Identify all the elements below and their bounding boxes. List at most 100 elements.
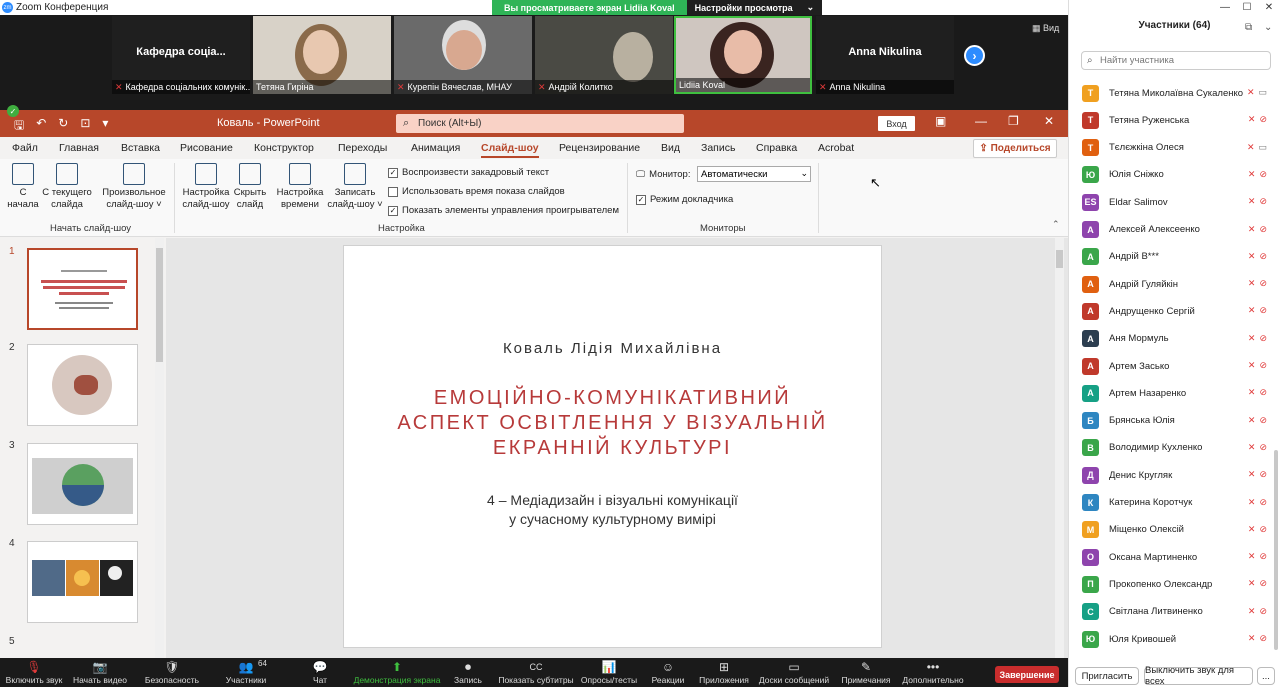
use-timings-checkbox[interactable]: Использовать время показа слайдов bbox=[388, 186, 565, 197]
video-name: Lidiia Koval bbox=[679, 80, 726, 90]
mute-all-button[interactable]: Выключить звук для всех bbox=[1144, 665, 1253, 687]
participant-row[interactable]: Т Тетяна Руженська ✕ ⊘ bbox=[1082, 110, 1267, 130]
tab-draw[interactable]: Рисование bbox=[180, 142, 233, 154]
participant-row[interactable]: К Катерина Коротчук ✕ ⊘ bbox=[1082, 493, 1267, 513]
thumbnails-scrollbar[interactable] bbox=[155, 238, 164, 658]
close-icon[interactable]: ✕ bbox=[1258, 0, 1280, 15]
minimize-icon[interactable]: — bbox=[975, 114, 987, 128]
presenter-view-checkbox[interactable]: ✓ Режим докладчика bbox=[636, 194, 733, 205]
tab-insert[interactable]: Вставка bbox=[121, 142, 160, 154]
video-tile[interactable]: Anna Nikulina ✕ Anna Nikulina bbox=[816, 16, 954, 94]
setup-show-button[interactable]: Настройка слайд-шоу bbox=[180, 163, 232, 211]
participant-row[interactable]: Ю Юля Кривошей ✕ ⊘ bbox=[1082, 629, 1267, 649]
ribbon-display-icon[interactable]: ▣ bbox=[935, 114, 946, 128]
avatar: А bbox=[1082, 330, 1099, 348]
participant-row[interactable]: Т Тетяна Миколаївна Сукаленко ✕ ▭ bbox=[1082, 83, 1267, 103]
next-page-arrow-icon[interactable]: › bbox=[964, 45, 985, 66]
participant-row[interactable]: О Оксана Мартиненко ✕ ⊘ bbox=[1082, 547, 1267, 567]
collapse-ribbon-icon[interactable]: ⌃ bbox=[1052, 219, 1060, 230]
slide-thumbnail-3[interactable] bbox=[27, 443, 138, 525]
participant-row[interactable]: С Світлана Литвиненко ✕ ⊘ bbox=[1082, 602, 1267, 622]
tab-help[interactable]: Справка bbox=[756, 142, 797, 154]
participant-row[interactable]: А Артем Назаренко ✕ ⊘ bbox=[1082, 383, 1267, 403]
tab-view[interactable]: Вид bbox=[661, 142, 680, 154]
whiteboards-button[interactable]: ▭ Доски сообщений bbox=[754, 660, 834, 686]
end-meeting-button[interactable]: Завершение bbox=[995, 666, 1059, 683]
participant-row[interactable]: П Прокопенко Олександр ✕ ⊘ bbox=[1082, 574, 1267, 594]
popout-icon[interactable]: ⧉ bbox=[1245, 22, 1252, 33]
slide-thumbnail-1[interactable] bbox=[27, 248, 138, 330]
view-settings-button[interactable]: Настройки просмотра ⌄ bbox=[686, 0, 823, 15]
participant-row[interactable]: М Міщенко Олексій ✕ ⊘ bbox=[1082, 520, 1267, 540]
participant-row[interactable]: А Артем Засько ✕ ⊘ bbox=[1082, 356, 1267, 376]
tab-animations[interactable]: Анимация bbox=[411, 142, 460, 154]
video-tile[interactable]: ✕ Андрій Колитко bbox=[535, 16, 673, 94]
share-button[interactable]: ⇪ Поделиться bbox=[973, 139, 1057, 158]
undo-icon[interactable]: ↶ bbox=[36, 116, 46, 137]
participant-row[interactable]: ES Eldar Salimov ✕ ⊘ bbox=[1082, 192, 1267, 212]
tab-design[interactable]: Конструктор bbox=[254, 142, 314, 154]
video-tile[interactable]: ✕ Курепін Вячеслав, МНАУ bbox=[394, 16, 532, 94]
scrollbar-thumb[interactable] bbox=[156, 248, 163, 362]
video-tile-active-speaker[interactable]: Lidiia Koval bbox=[674, 16, 812, 94]
more-button[interactable]: ••• Дополнительно bbox=[893, 660, 973, 686]
signin-button[interactable]: Вход bbox=[878, 116, 915, 131]
custom-show-button[interactable]: Произвольное слайд-шоу ˅ bbox=[100, 163, 168, 211]
participant-row[interactable]: А Андрущенко Сергій ✕ ⊘ bbox=[1082, 301, 1267, 321]
scrollbar-thumb[interactable] bbox=[1056, 250, 1063, 268]
captions-button[interactable]: CC Показать субтитры bbox=[496, 660, 576, 686]
participant-row[interactable]: В Володимир Кухленко ✕ ⊘ bbox=[1082, 438, 1267, 458]
search-input[interactable]: ⌕ Поиск (Alt+Ы) bbox=[396, 114, 684, 133]
participant-row[interactable]: Б Брянська Юлія ✕ ⊘ bbox=[1082, 411, 1267, 431]
security-button[interactable]: 🛡 Безопасность bbox=[132, 660, 212, 686]
tab-record[interactable]: Запись bbox=[701, 142, 735, 154]
show-controls-checkbox[interactable]: ✓ Показать элементы управления проигрыват… bbox=[388, 205, 619, 216]
hide-slide-button[interactable]: Скрыть слайд bbox=[232, 163, 268, 211]
tab-acrobat[interactable]: Acrobat bbox=[818, 142, 854, 154]
invite-button[interactable]: Пригласить bbox=[1075, 667, 1139, 685]
customize-qat-icon[interactable]: ▾ bbox=[102, 116, 108, 137]
participant-row[interactable]: Т Тєлєжкіна Олеся ✕ ▭ bbox=[1082, 138, 1267, 158]
from-start-button[interactable]: С начала bbox=[4, 163, 42, 211]
current-slide[interactable]: Коваль Лідія Михайлівна ЕМОЦІЙНО-КОМУНІК… bbox=[343, 245, 882, 648]
participants-scrollbar[interactable] bbox=[1274, 70, 1280, 660]
tab-home[interactable]: Главная bbox=[59, 142, 99, 154]
participant-row[interactable]: А Алексей Алексеенко ✕ ⊘ bbox=[1082, 220, 1267, 240]
scrollbar-thumb[interactable] bbox=[1274, 450, 1278, 650]
save-icon[interactable]: 🖫 bbox=[14, 116, 24, 137]
view-button[interactable]: ▦ Вид bbox=[1032, 23, 1059, 34]
start-video-button[interactable]: 📷 Начать видео bbox=[60, 660, 140, 686]
chat-button[interactable]: 💬 Чат bbox=[280, 660, 360, 686]
maximize-icon[interactable]: ❐ bbox=[1008, 114, 1019, 128]
participant-row[interactable]: А Аня Мормуль ✕ ⊘ bbox=[1082, 329, 1267, 349]
tab-slideshow[interactable]: Слайд-шоу bbox=[481, 142, 539, 158]
redo-icon[interactable]: ↻ bbox=[58, 116, 68, 137]
monitor-select[interactable]: Автоматически ⌄ bbox=[697, 166, 811, 182]
play-narration-checkbox[interactable]: ✓ Воспроизвести закадровый текст bbox=[388, 167, 549, 178]
tab-file[interactable]: Файл bbox=[12, 142, 38, 154]
maximize-icon[interactable]: ☐ bbox=[1236, 0, 1258, 15]
chevron-down-icon[interactable]: ⌄ bbox=[1264, 22, 1272, 33]
tab-transitions[interactable]: Переходы bbox=[338, 142, 387, 154]
more-options-button[interactable]: ... bbox=[1257, 667, 1275, 685]
from-current-button[interactable]: С текущего слайда bbox=[40, 163, 94, 211]
participant-row[interactable]: Д Денис Кругляк ✕ ⊘ bbox=[1082, 465, 1267, 485]
btn-label: слайд-шоу bbox=[182, 199, 230, 210]
participant-row[interactable]: Ю Юлія Сніжко ✕ ⊘ bbox=[1082, 165, 1267, 185]
minimize-icon[interactable]: — bbox=[1214, 0, 1236, 15]
slide-scrollbar[interactable] bbox=[1055, 238, 1064, 658]
record-show-button[interactable]: Записать слайд-шоу ˅ bbox=[326, 163, 384, 211]
tab-review[interactable]: Рецензирование bbox=[559, 142, 640, 154]
apps-button[interactable]: ⊞ Приложения bbox=[684, 660, 764, 686]
slide-thumbnail-2[interactable] bbox=[27, 344, 138, 426]
close-icon[interactable]: ✕ bbox=[1044, 114, 1054, 128]
participant-row[interactable]: А Андрій В*** ✕ ⊘ bbox=[1082, 247, 1267, 267]
present-icon[interactable]: ⊡ bbox=[80, 116, 90, 137]
slide-thumbnail-4[interactable] bbox=[27, 541, 138, 623]
participant-search-input[interactable]: ⌕ Найти участника bbox=[1081, 51, 1271, 70]
rehearse-timings-button[interactable]: Настройка времени bbox=[274, 163, 326, 211]
video-tile[interactable]: Тетяна Гиріна bbox=[253, 16, 391, 94]
video-tile[interactable]: Кафедра соціа... ✕ Кафедра соціальних ком… bbox=[112, 16, 250, 94]
participants-button[interactable]: 👥 Участники 64 bbox=[206, 659, 286, 686]
participant-row[interactable]: А Андрій Гуляйкін ✕ ⊘ bbox=[1082, 274, 1267, 294]
